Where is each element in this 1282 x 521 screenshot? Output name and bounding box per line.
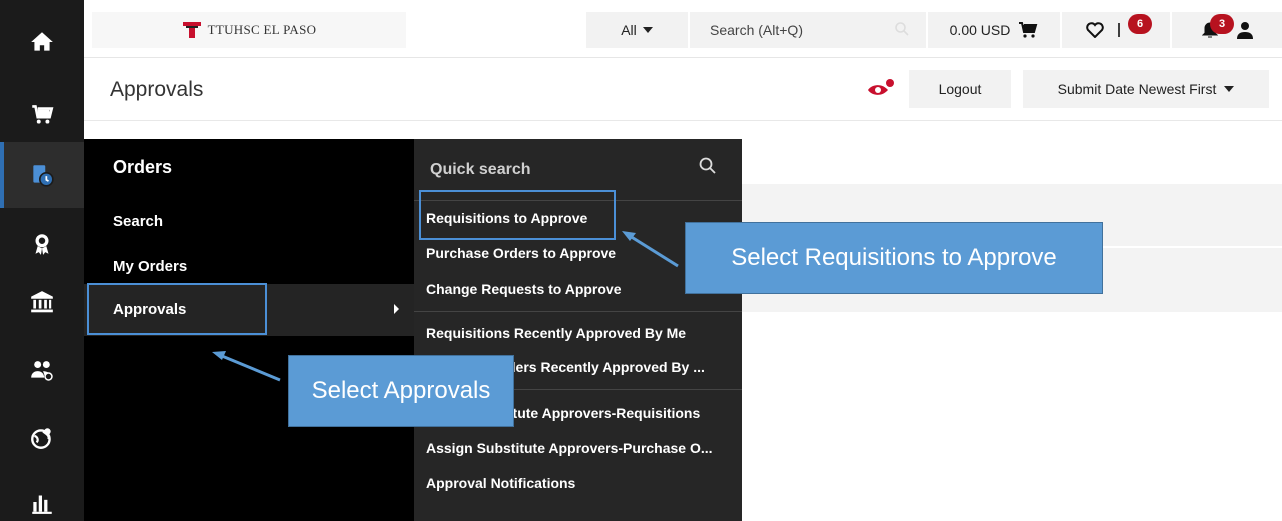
nav-rail	[0, 0, 84, 521]
institution-icon[interactable]	[0, 270, 84, 334]
search-scope-label: All	[621, 22, 637, 38]
flag-badge: 6	[1128, 14, 1152, 34]
header-divider	[84, 120, 1282, 121]
caret-down-icon	[642, 27, 653, 33]
search-scope-dropdown[interactable]: All	[586, 12, 688, 48]
approvals-highlight	[87, 283, 267, 335]
cart-icon[interactable]	[0, 82, 84, 146]
globe-icon[interactable]	[0, 406, 84, 470]
eye-icon[interactable]	[866, 78, 896, 100]
notifications-badge: 3	[1210, 14, 1234, 34]
callout-requisitions: Select Requisitions to Approve	[685, 222, 1103, 294]
search-icon[interactable]	[894, 21, 910, 37]
sort-dropdown[interactable]: Submit Date Newest First	[1023, 70, 1269, 108]
favorites-group: 6	[1062, 12, 1170, 48]
award-icon[interactable]	[0, 212, 84, 276]
submenu-item-substitute-approvers-purchase-orders[interactable]: Assign Substitute Approvers-Purchase O..…	[426, 440, 713, 456]
logout-button[interactable]: Logout	[909, 70, 1011, 108]
quick-search-placeholder: Quick search	[430, 161, 531, 178]
callout-approvals: Select Approvals	[288, 355, 514, 427]
global-search-input[interactable]: Search (Alt+Q)	[690, 12, 926, 48]
sort-label: Submit Date Newest First	[1057, 81, 1217, 97]
analytics-icon[interactable]	[0, 470, 84, 521]
logo-text: TTUHSC EL PASO	[207, 22, 317, 37]
people-icon[interactable]	[0, 338, 84, 402]
search-placeholder: Search (Alt+Q)	[710, 22, 803, 38]
flag-with-badge[interactable]: 6	[1118, 14, 1152, 38]
notifications-button[interactable]: 3	[1202, 14, 1234, 39]
alerts-group: 3	[1172, 12, 1282, 48]
heart-icon[interactable]	[1086, 22, 1104, 38]
submenu-item-orders-recently-approved[interactable]: ders Recently Approved By ...	[507, 359, 705, 375]
cart-total: 0.00 USD	[949, 22, 1011, 38]
user-icon[interactable]	[1236, 21, 1254, 39]
submenu-item-approval-notifications[interactable]: Approval Notifications	[426, 475, 575, 491]
menu-item-my-orders[interactable]: My Orders	[113, 258, 187, 275]
submenu-divider	[414, 311, 742, 312]
institution-logo[interactable]: TTUHSC EL PASO	[92, 12, 406, 48]
double-t-logo-icon	[182, 22, 201, 38]
cart-icon	[1019, 22, 1038, 38]
home-icon[interactable]	[0, 10, 84, 74]
caret-down-icon	[1224, 86, 1235, 92]
page-title: Approvals	[110, 78, 204, 101]
submenu-item-substitute-approvers-requisitions[interactable]: titute Approvers-Requisitions	[504, 405, 700, 421]
submenu-item-change-requests-to-approve[interactable]: Change Requests to Approve	[426, 281, 622, 297]
menu-item-search[interactable]: Search	[113, 213, 163, 230]
chevron-right-icon	[394, 304, 399, 314]
requisitions-highlight	[419, 190, 616, 240]
submenu-item-requisitions-recently-approved[interactable]: Requisitions Recently Approved By Me	[426, 325, 686, 341]
cart-summary[interactable]: 0.00 USD	[928, 12, 1060, 48]
search-icon[interactable]	[698, 156, 718, 176]
orders-icon[interactable]	[0, 142, 84, 208]
menu-title: Orders	[113, 157, 173, 177]
submenu-item-purchase-orders-to-approve[interactable]: Purchase Orders to Approve	[426, 245, 616, 261]
